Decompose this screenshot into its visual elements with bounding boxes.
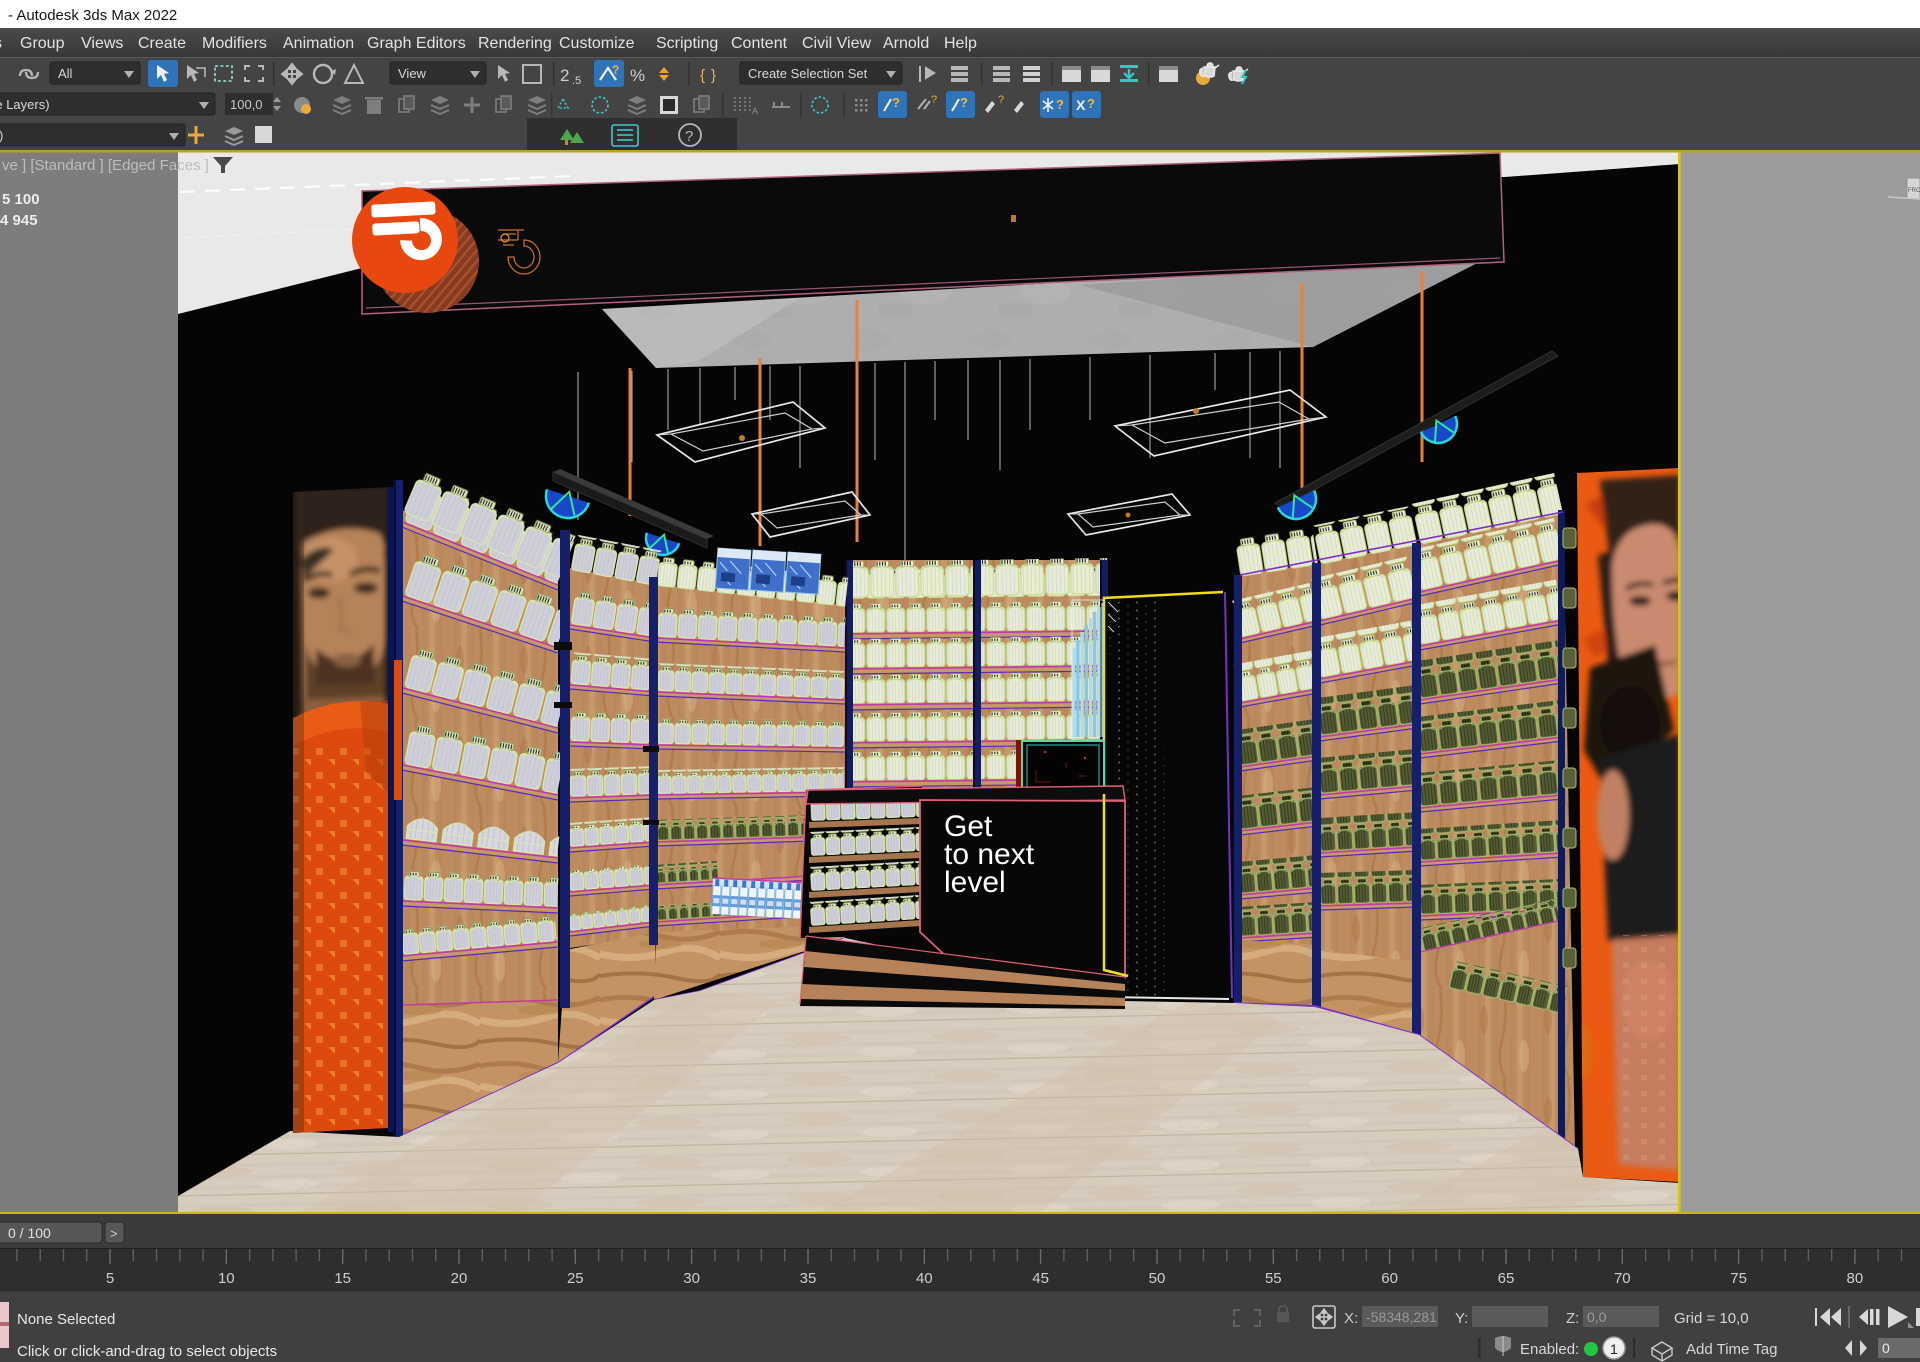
- svg-text:?: ?: [1056, 97, 1064, 112]
- svg-text:35: 35: [800, 1270, 817, 1287]
- svg-text:%: %: [630, 66, 645, 85]
- svg-text:Modifiers: Modifiers: [202, 35, 267, 52]
- svg-text:X: X: [1076, 97, 1086, 113]
- svg-text:.5: .5: [572, 75, 581, 87]
- svg-text:?: ?: [685, 128, 693, 145]
- svg-text:-58348,281: -58348,281: [1366, 1309, 1437, 1325]
- svg-text:FRO: FRO: [1908, 188, 1920, 194]
- svg-text:Views: Views: [81, 35, 123, 52]
- svg-text:30: 30: [683, 1270, 700, 1287]
- svg-text:55: 55: [1265, 1270, 1282, 1287]
- svg-text:5: 5: [106, 1270, 114, 1287]
- svg-text:X:: X:: [1344, 1310, 1358, 1327]
- svg-text:Animation: Animation: [283, 35, 354, 52]
- svg-text:25: 25: [567, 1270, 584, 1287]
- svg-text:1: 1: [1610, 1341, 1618, 1357]
- svg-text:50: 50: [1149, 1270, 1166, 1287]
- svg-text:70: 70: [1614, 1270, 1631, 1287]
- svg-text:Rendering: Rendering: [478, 35, 552, 52]
- svg-text:>: >: [110, 1226, 118, 1241]
- svg-text:ault): ault): [0, 128, 3, 143]
- svg-text:80: 80: [1847, 1270, 1864, 1287]
- svg-text:2: 2: [560, 66, 569, 85]
- svg-text:5 100: 5 100: [2, 191, 40, 208]
- svg-text:100,0: 100,0: [230, 97, 263, 112]
- svg-text:Grid = 10,0: Grid = 10,0: [1674, 1310, 1749, 1327]
- svg-text:20: 20: [451, 1270, 468, 1287]
- svg-text:Scripting: Scripting: [656, 35, 718, 52]
- svg-text:?: ?: [960, 95, 968, 110]
- svg-text:All: All: [58, 66, 73, 81]
- svg-text:Create Selection Set: Create Selection Set: [748, 66, 868, 81]
- svg-text:Create: Create: [138, 35, 186, 52]
- svg-text:10: 10: [218, 1270, 235, 1287]
- svg-text:?: ?: [1087, 96, 1095, 111]
- svg-text:level: level: [944, 866, 1006, 899]
- svg-text:ve ] [Standard ] [Edged Face: ve ] [Standard ] [Edged Faces ]: [2, 157, 209, 174]
- svg-text:45: 45: [1032, 1270, 1049, 1287]
- svg-text:Add Time Tag: Add Time Tag: [1686, 1341, 1777, 1358]
- svg-text:Click or click-and-drag to sel: Click or click-and-drag to select object…: [17, 1343, 277, 1360]
- svg-text:Y:: Y:: [1455, 1310, 1468, 1327]
- svg-text:0,0: 0,0: [1587, 1309, 1607, 1325]
- svg-text:15: 15: [334, 1270, 351, 1287]
- svg-text:{: {: [700, 67, 705, 84]
- svg-text:4 945: 4 945: [0, 212, 38, 229]
- svg-text:Customize: Customize: [559, 35, 635, 52]
- svg-text:Help: Help: [944, 35, 977, 52]
- svg-text:None Selected: None Selected: [17, 1311, 115, 1328]
- svg-text:- Autodesk 3ds Max 2022: - Autodesk 3ds Max 2022: [8, 7, 177, 24]
- svg-text:75: 75: [1730, 1270, 1747, 1287]
- svg-text:View: View: [398, 66, 427, 81]
- svg-text:Content: Content: [731, 35, 788, 52]
- svg-text:60: 60: [1381, 1270, 1398, 1287]
- svg-text:Enabled:: Enabled:: [1520, 1341, 1579, 1358]
- svg-text:?: ?: [998, 94, 1004, 106]
- svg-text:s: s: [0, 35, 2, 52]
- svg-text:?: ?: [931, 94, 937, 106]
- svg-text:Civil View: Civil View: [802, 35, 872, 52]
- svg-text:40: 40: [916, 1270, 933, 1287]
- svg-text:65: 65: [1498, 1270, 1515, 1287]
- svg-text:0 / 100: 0 / 100: [8, 1225, 51, 1241]
- svg-text:able Layers): able Layers): [0, 97, 50, 112]
- svg-text:Z:: Z:: [1566, 1310, 1579, 1327]
- svg-text:Group: Group: [20, 35, 65, 52]
- svg-text:0: 0: [1882, 1340, 1890, 1356]
- svg-text:?: ?: [612, 63, 619, 77]
- svg-text:?: ?: [892, 95, 900, 110]
- svg-text:Arnold: Arnold: [883, 35, 929, 52]
- svg-text:A: A: [752, 106, 758, 116]
- svg-text:}: }: [711, 67, 716, 84]
- svg-text:Graph Editors: Graph Editors: [367, 35, 466, 52]
